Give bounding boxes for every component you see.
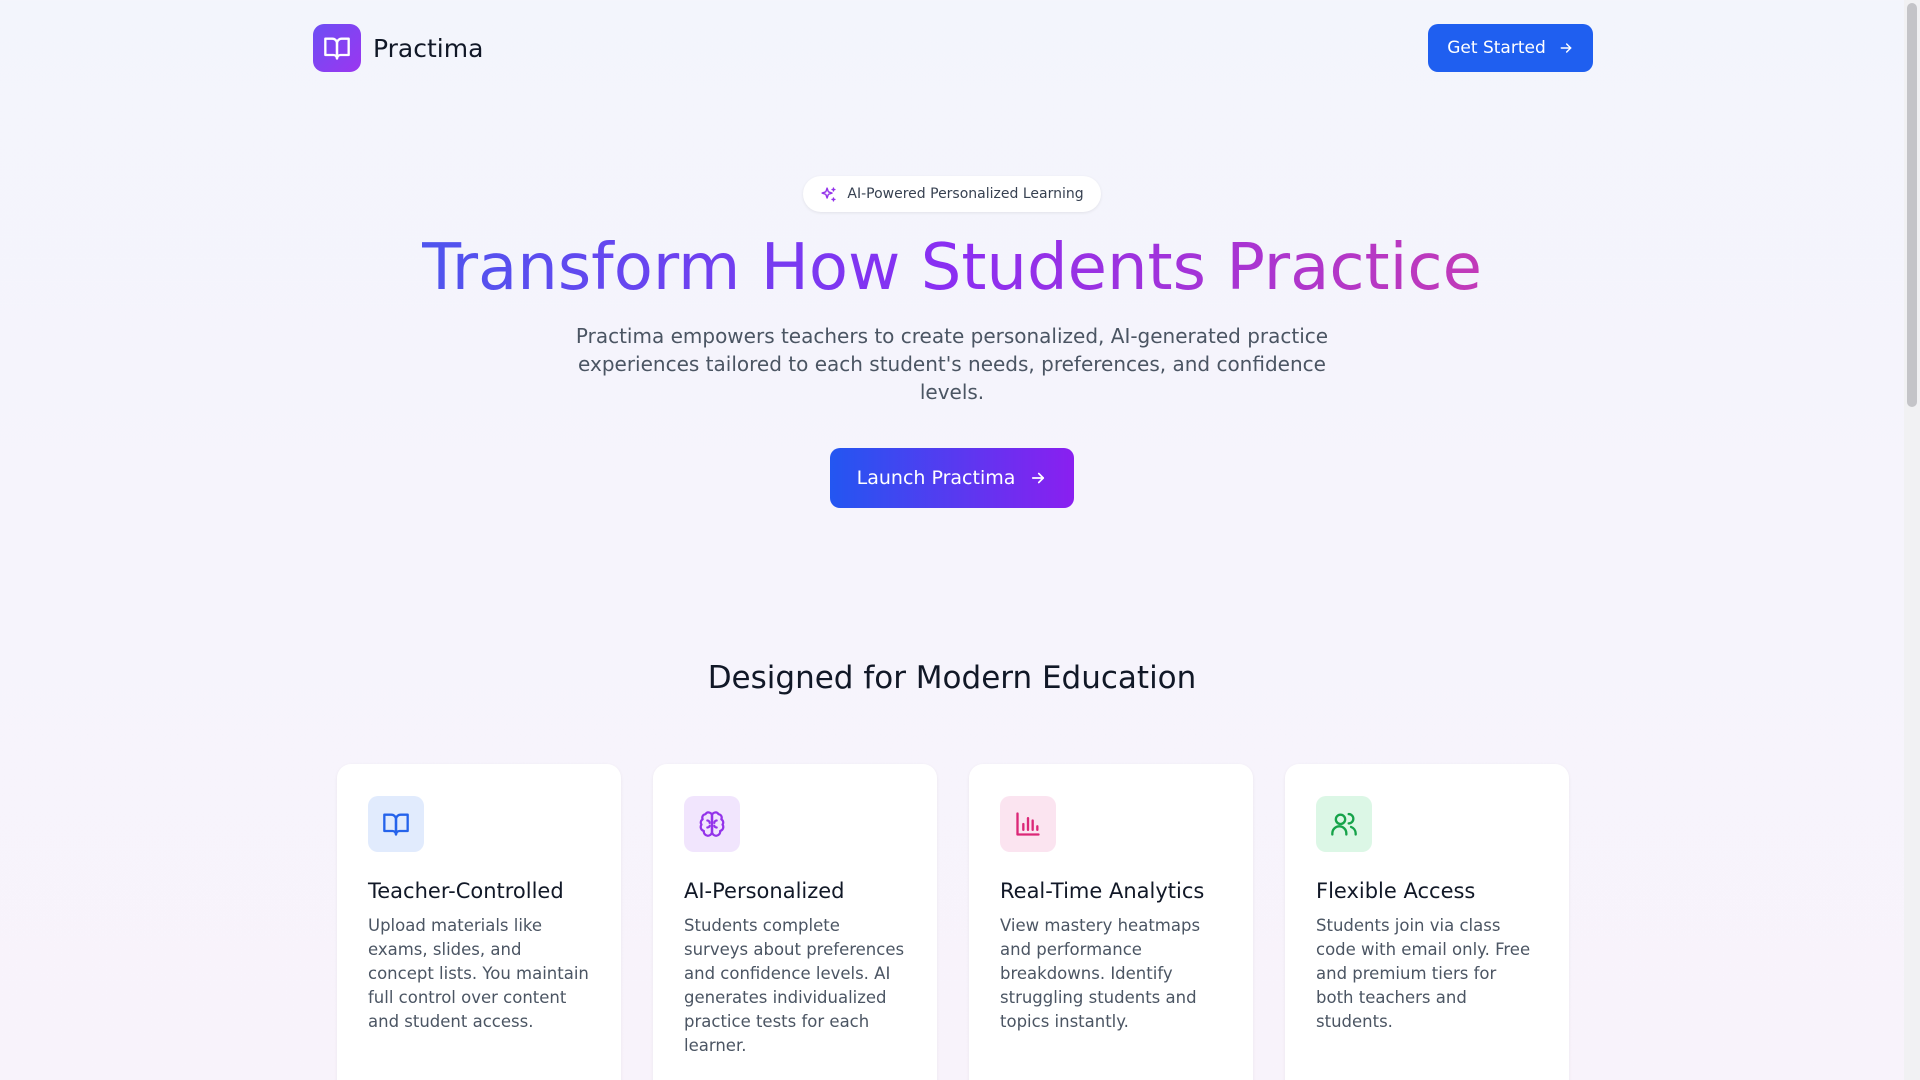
features-title: Designed for Modern Education (707, 660, 1197, 696)
book-open-icon (368, 796, 424, 852)
sparkles-icon (821, 186, 836, 202)
feature-card-title: Flexible Access (1316, 879, 1476, 903)
feature-card-title: Real-Time Analytics (1000, 879, 1205, 903)
feature-card-flexible-access: Flexible Access Students join via class … (1285, 764, 1569, 1080)
launch-label: Launch Practima (856, 467, 1016, 489)
top-nav: Practima Get Started (313, 24, 1593, 72)
users-icon (1316, 796, 1372, 852)
landing-page: Practima Get Started AI-Powered Personal… (0, 0, 1904, 1080)
bar-chart-icon (1000, 796, 1056, 852)
feature-cards: Teacher-Controlled Upload materials like… (337, 764, 1569, 1080)
hero-badge: AI-Powered Personalized Learning (803, 176, 1101, 212)
hero-badge-text: AI-Powered Personalized Learning (847, 186, 1084, 202)
get-started-label: Get Started (1447, 38, 1546, 58)
hero-subtitle: Practima empowers teachers to create per… (575, 324, 1329, 404)
brand[interactable]: Practima (313, 24, 483, 72)
hero-title: Transform How Students Practice (422, 231, 1482, 305)
feature-card-teacher-controlled: Teacher-Controlled Upload materials like… (337, 764, 621, 1080)
brand-name: Practima (373, 33, 484, 63)
get-started-button[interactable]: Get Started (1428, 24, 1593, 72)
feature-card-description: Students join via class code with email … (1316, 916, 1531, 1031)
launch-practima-button[interactable]: Launch Practima (830, 448, 1074, 508)
book-open-icon (313, 24, 361, 72)
arrow-right-icon (1560, 43, 1572, 53)
feature-card-title: Teacher-Controlled (368, 879, 564, 903)
feature-card-description: Students complete surveys about preferen… (684, 916, 905, 1055)
feature-card-ai-personalized: AI-Personalized Students complete survey… (653, 764, 937, 1080)
brain-icon (684, 796, 740, 852)
feature-card-description: View mastery heatmaps and performance br… (1000, 916, 1201, 1031)
arrow-right-icon (1032, 472, 1045, 484)
feature-card-title: AI-Personalized (684, 879, 845, 903)
hero-section: AI-Powered Personalized Learning Transfo… (0, 176, 1904, 508)
scrollbar-thumb[interactable] (1907, 3, 1917, 407)
feature-card-description: Upload materials like exams, slides, and… (368, 916, 589, 1031)
feature-card-real-time-analytics: Real-Time Analytics View mastery heatmap… (969, 764, 1253, 1080)
vertical-scrollbar[interactable] (1904, 0, 1920, 1080)
